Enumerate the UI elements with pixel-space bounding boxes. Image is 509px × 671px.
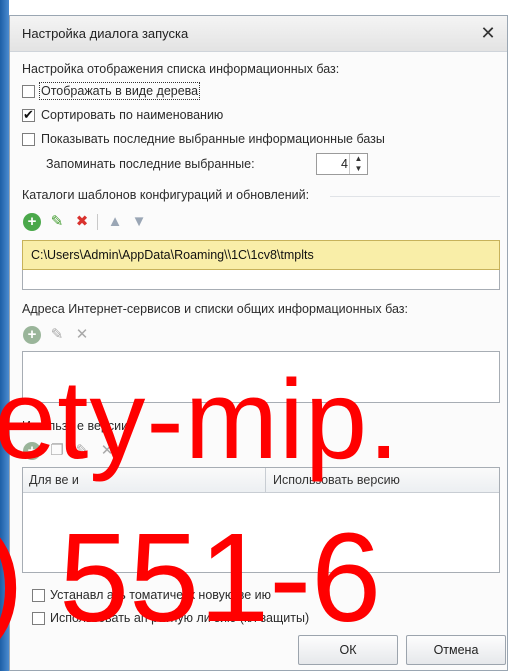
delete-icon[interactable]: ✕ (98, 442, 116, 460)
delete-icon[interactable]: ✕ (73, 326, 91, 344)
move-up-icon[interactable]: ▲ (106, 213, 124, 231)
add-icon[interactable]: + (23, 326, 41, 344)
delete-icon[interactable]: ✖ (73, 213, 91, 231)
add-icon[interactable]: + (23, 213, 41, 231)
edit-icon[interactable]: ✎ (48, 326, 66, 344)
remember-recent-label: Запоминать последние выбранные: (46, 157, 255, 171)
launch-dialog-settings-window: Настройка диалога запуска ✕ Настройка от… (9, 15, 508, 671)
versions-table[interactable]: Для ве и Использовать версию (22, 467, 500, 573)
auto-install-label[interactable]: Устанавл ать томатическ новую ве ию (50, 588, 271, 602)
cancel-button[interactable]: Отмена (406, 635, 506, 665)
chevron-up-icon[interactable]: ▲ (350, 154, 367, 164)
close-icon[interactable]: ✕ (477, 22, 499, 44)
column-divider (265, 468, 266, 492)
title-bar: Настройка диалога запуска ✕ (10, 16, 507, 52)
display-settings-heading: Настройка отображения списка информацион… (22, 62, 340, 76)
dialog-title: Настройка диалога запуска (22, 26, 189, 41)
internet-services-heading: Адреса Интернет-сервисов и списки общих … (22, 302, 408, 316)
chevron-down-icon[interactable]: ▼ (350, 164, 367, 174)
column-use-version[interactable]: Использовать версию (273, 473, 400, 487)
hardware-license-checkbox[interactable] (32, 612, 45, 625)
template-path-text[interactable]: C:\Users\Admin\AppData\Roaming\\1C\1cv8\… (31, 248, 314, 262)
versions-table-header: Для ве и Использовать версию (23, 468, 499, 493)
show-recent-label[interactable]: Показывать последние выбранные информаци… (41, 132, 385, 146)
auto-install-checkbox[interactable] (32, 589, 45, 602)
column-for-version[interactable]: Для ве и (29, 473, 79, 487)
ok-button[interactable]: ОК (298, 635, 398, 665)
edit-icon[interactable]: ✎ (73, 442, 91, 460)
add-icon[interactable]: + (23, 442, 41, 460)
window-edge (0, 0, 9, 671)
versions-heading: И пользу е версии: (22, 419, 132, 433)
templates-heading: Каталоги шаблонов конфигураций и обновле… (22, 188, 310, 202)
template-path-row[interactable]: C:\Users\Admin\AppData\Roaming\\1C\1cv8\… (22, 240, 500, 270)
hardware-license-label[interactable]: Использовать ап ратную ли зию (кл защиты… (50, 611, 309, 625)
tree-view-label[interactable]: Отображать в виде дерева (38, 82, 201, 100)
copy-icon[interactable]: ❐ (48, 442, 66, 460)
templates-list[interactable] (22, 270, 500, 290)
remember-recent-value[interactable]: 4 (341, 157, 348, 171)
sort-by-name-checkbox[interactable] (22, 107, 35, 123)
remember-recent-stepper[interactable]: 4 ▲ ▼ (316, 153, 368, 175)
tree-view-checkbox[interactable] (22, 85, 35, 98)
sort-by-name-label[interactable]: Сортировать по наименованию (41, 108, 223, 122)
separator (330, 196, 500, 197)
internet-services-list[interactable] (22, 351, 500, 403)
edit-icon[interactable]: ✎ (48, 213, 66, 231)
toolbar-separator (97, 214, 98, 230)
show-recent-checkbox[interactable] (22, 133, 35, 146)
stepper-arrows[interactable]: ▲ ▼ (349, 154, 367, 174)
move-down-icon[interactable]: ▼ (130, 213, 148, 231)
